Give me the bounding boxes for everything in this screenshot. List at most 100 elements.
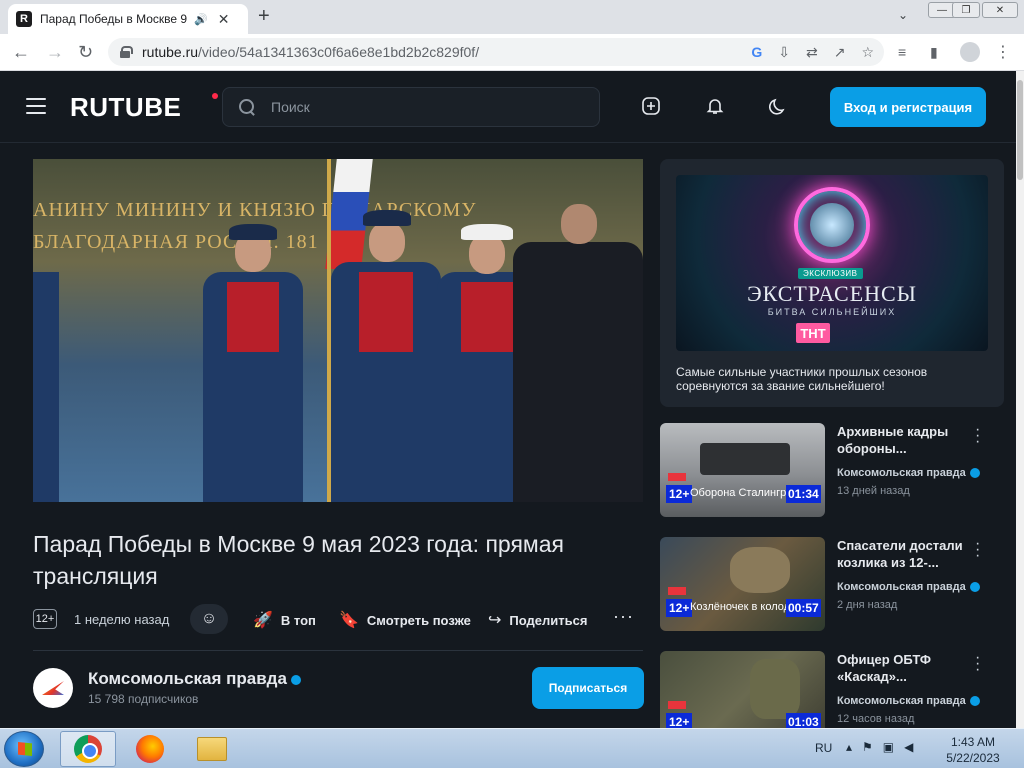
menu-burger-icon[interactable] xyxy=(26,98,46,114)
browser-toolbar: ← → ↻ rutube.ru/video/54a1341363c0f6a6e8… xyxy=(0,34,1024,71)
recommendation-caption: Оборона Сталинград xyxy=(690,487,786,499)
recommendation-title[interactable]: Спасатели достали козлика из 12-... xyxy=(837,537,967,571)
watch-later-button[interactable]: 🔖 Смотреть позже xyxy=(339,610,471,630)
reaction-emoji-icon[interactable]: ☺ xyxy=(190,604,228,634)
recommendation-caption: Козлёночек в колодц xyxy=(690,601,786,613)
windows-taskbar: RU ▴ ⚑ ▣ ◀ 1:43 AM 5/22/2023 xyxy=(0,728,1024,768)
verified-badge-icon xyxy=(969,468,980,479)
recommendation-thumbnail[interactable]: 12+ Оборона Сталинград 01:34 xyxy=(660,423,825,517)
start-button[interactable] xyxy=(4,731,44,767)
media-control-icon[interactable]: ≡ xyxy=(898,44,906,60)
system-clock[interactable]: 1:43 AM 5/22/2023 xyxy=(940,734,1006,766)
show-hidden-icons-chevron-icon[interactable]: ▴ xyxy=(846,740,852,754)
url-path: /video/54a1341363c0f6a6e8e1bd2b2c829f0f/ xyxy=(198,44,480,60)
speaker-icon[interactable]: 🔊 xyxy=(194,13,208,26)
reload-icon[interactable]: ↻ xyxy=(78,42,93,62)
recommendation-time: 12 часов назад xyxy=(837,713,915,725)
close-window-button[interactable]: ✕ xyxy=(982,2,1018,18)
recommendation-thumbnail[interactable]: 12+ 01:03 xyxy=(660,651,825,728)
search-icon[interactable] xyxy=(239,99,255,115)
tank-graphic xyxy=(700,443,790,475)
tab-search-chevron-icon[interactable]: ⌄ xyxy=(898,8,908,22)
recommendation-item[interactable]: 12+ 01:03 Офицер ОБТФ «Каскад»... Комсом… xyxy=(660,651,1004,728)
verified-badge-icon xyxy=(969,582,980,593)
kp-logo-badge xyxy=(668,587,686,595)
rocket-icon: 🚀 xyxy=(253,612,273,629)
rutube-favicon-icon: R xyxy=(16,11,32,27)
video-player[interactable]: АНИНУ МИНИНУ И КНЯЗЮ ПОЖАРСКОМУ БЛАГОДАР… xyxy=(33,159,643,502)
search-input[interactable] xyxy=(271,99,571,115)
forward-icon[interactable]: → xyxy=(46,42,64,62)
share-icon[interactable]: ↗ xyxy=(834,44,846,61)
new-tab-button[interactable]: + xyxy=(258,6,270,26)
firefox-icon xyxy=(136,735,164,763)
channel-name-text: Комсомольская правда xyxy=(88,669,287,688)
maximize-button[interactable]: ❐ xyxy=(952,2,980,18)
taskbar-chrome[interactable] xyxy=(60,731,116,767)
recommendation-title[interactable]: Офицер ОБТФ «Каскад»... xyxy=(837,651,967,685)
volume-icon[interactable]: ◀ xyxy=(904,740,913,754)
promo-card[interactable]: ЭКСКЛЮЗИВ ЭКСТРАСЕНСЫ БИТВА СИЛЬНЕЙШИХ Т… xyxy=(660,159,1004,407)
promo-text: Самые сильные участники прошлых сезонов … xyxy=(676,365,928,393)
browser-menu-icon[interactable]: ⋮ xyxy=(995,42,1011,62)
clock-date: 5/22/2023 xyxy=(946,751,1000,765)
channel-name[interactable]: Комсомольская правда xyxy=(88,669,301,689)
browser-tab[interactable]: R Парад Победы в Москве 9 🔊 ✕ xyxy=(8,4,248,34)
recommendation-channel-text: Комсомольская правда xyxy=(837,467,966,479)
soldier-graphic xyxy=(750,659,800,719)
lock-icon[interactable] xyxy=(120,46,133,58)
bookmark-star-icon[interactable]: ☆ xyxy=(861,44,874,61)
soldier-figure xyxy=(203,212,303,502)
channel-subscribers: 15 798 подписчиков xyxy=(88,692,199,706)
recommendation-menu-icon[interactable]: · · · xyxy=(975,536,980,564)
action-center-flag-icon[interactable]: ⚑ xyxy=(862,740,873,754)
page-scrollbar-thumb[interactable] xyxy=(1017,80,1023,180)
recommendation-duration: 01:34 xyxy=(786,485,821,503)
recommendation-menu-icon[interactable]: · · · xyxy=(975,651,980,678)
recommendation-time: 2 дня назад xyxy=(837,599,898,611)
verified-badge-icon xyxy=(969,696,980,707)
subscribe-button[interactable]: Подписаться xyxy=(532,667,644,709)
share-button[interactable]: ↪ Поделиться xyxy=(488,610,587,630)
profile-avatar[interactable] xyxy=(960,42,980,62)
video-title: Парад Победы в Москве 9 мая 2023 года: п… xyxy=(33,531,564,589)
search-box[interactable] xyxy=(222,87,600,127)
recommendation-menu-icon[interactable]: · · · xyxy=(975,422,980,450)
theme-moon-icon[interactable] xyxy=(768,95,790,117)
soldier-figure xyxy=(331,202,441,502)
upload-icon[interactable] xyxy=(640,95,662,117)
site-header: RUTUBE Вход и регистрация xyxy=(0,71,1016,143)
recommendation-time: 13 дней назад xyxy=(837,485,910,497)
side-panel-icon[interactable]: ▮ xyxy=(930,44,938,61)
recommendation-title[interactable]: Архивные кадры обороны... xyxy=(837,423,967,457)
tab-close-icon[interactable]: ✕ xyxy=(218,11,230,28)
recommendation-channel[interactable]: Комсомольская правда xyxy=(837,695,980,707)
login-button[interactable]: Вход и регистрация xyxy=(830,87,986,127)
address-bar[interactable]: rutube.ru/video/54a1341363c0f6a6e8e1bd2b… xyxy=(108,38,884,66)
recommendation-item[interactable]: 12+ Козлёночек в колодц 00:57 Спасатели … xyxy=(660,536,1004,631)
google-icon[interactable]: G xyxy=(751,44,762,61)
soldier-figure-partial xyxy=(33,272,59,502)
person-figure xyxy=(513,192,643,502)
recommendation-item[interactable]: 12+ Оборона Сталинград 01:34 Архивные ка… xyxy=(660,422,1004,517)
rutube-logo[interactable]: RUTUBE xyxy=(70,92,181,123)
folder-icon xyxy=(197,737,227,761)
url-host: rutube.ru xyxy=(142,44,199,60)
channel-avatar[interactable] xyxy=(33,668,73,708)
install-icon[interactable]: ⇩ xyxy=(778,44,790,61)
taskbar-explorer[interactable] xyxy=(184,731,240,767)
video-published-date: 1 неделю назад xyxy=(74,612,170,627)
recommendation-channel[interactable]: Комсомольская правда xyxy=(837,581,980,593)
translate-icon[interactable]: ⇄ xyxy=(806,44,818,61)
promo-image[interactable]: ЭКСКЛЮЗИВ ЭКСТРАСЕНСЫ БИТВА СИЛЬНЕЙШИХ Т… xyxy=(676,175,988,351)
recommendation-thumbnail[interactable]: 12+ Козлёночек в колодц 00:57 xyxy=(660,537,825,631)
network-icon[interactable]: ▣ xyxy=(883,740,894,754)
language-indicator[interactable]: RU xyxy=(815,741,832,755)
notifications-bell-icon[interactable] xyxy=(704,95,726,117)
more-options-icon[interactable]: ··· xyxy=(613,606,634,627)
taskbar-firefox[interactable] xyxy=(122,731,178,767)
recommendation-channel[interactable]: Комсомольская правда xyxy=(837,467,980,479)
share-arrow-icon: ↪ xyxy=(488,612,502,629)
back-icon[interactable]: ← xyxy=(12,42,30,62)
top-button[interactable]: 🚀 В топ xyxy=(253,610,316,630)
